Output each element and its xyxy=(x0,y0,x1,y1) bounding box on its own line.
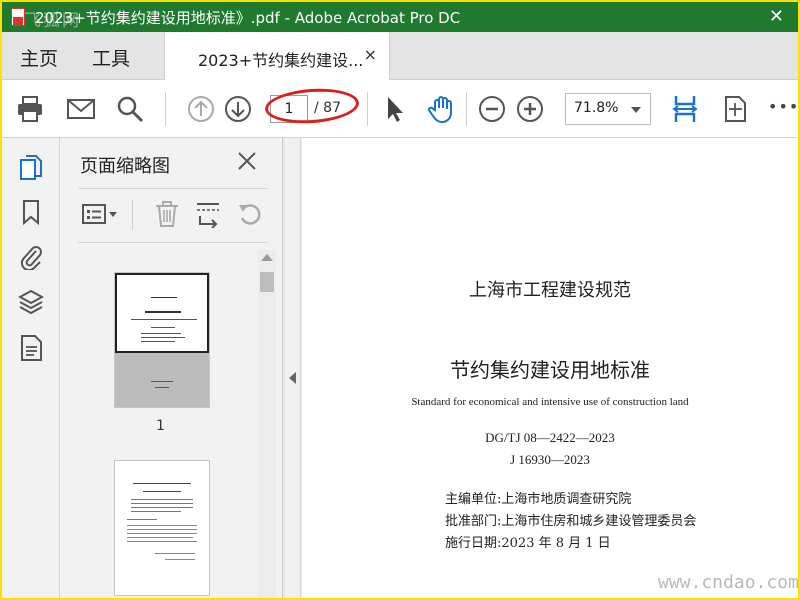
chevron-left-icon xyxy=(289,372,296,384)
page-thumbnail[interactable] xyxy=(114,460,210,596)
window-close-button[interactable]: ✕ xyxy=(769,6,784,27)
document-view[interactable]: 上海市工程建设规范 节约集约建设用地标准 Standard for econom… xyxy=(302,138,798,598)
thumbnails-panel: 页面缩略图 1 xyxy=(60,138,283,598)
scroll-up-icon[interactable] xyxy=(261,254,273,261)
zoom-out-icon[interactable] xyxy=(477,94,507,124)
navigation-rail xyxy=(2,138,60,598)
hand-tool-icon[interactable] xyxy=(427,94,457,124)
doc-series: 上海市工程建设规范 xyxy=(469,280,631,301)
thumbnail-scrollbar[interactable] xyxy=(258,250,276,598)
thumbnail-options-icon[interactable] xyxy=(80,200,120,228)
delete-page-icon[interactable] xyxy=(153,200,181,228)
thumbnail-list: 1 xyxy=(60,248,256,598)
more-tools-button[interactable]: ••• xyxy=(768,97,798,116)
home-menu[interactable]: 主页 xyxy=(20,44,58,71)
window-title: 2023+节约集约建设用地标准》.pdf - Adobe Acrobat Pro… xyxy=(35,8,461,27)
doc-effective-date: 施行日期:2023 年 8 月 1 日 xyxy=(445,536,611,551)
attachment-icon[interactable] xyxy=(18,242,44,270)
doc-title-english: Standard for economical and intensive us… xyxy=(411,396,689,408)
close-icon[interactable] xyxy=(236,150,258,172)
zoom-select[interactable]: 71.8% xyxy=(565,93,651,125)
scroll-thumb[interactable] xyxy=(260,272,274,292)
watermark-logo: 飞狐网 xyxy=(24,11,81,31)
layers-icon[interactable] xyxy=(18,288,44,316)
insert-page-icon[interactable] xyxy=(194,200,222,228)
doc-record-number: J 16930—2023 xyxy=(510,452,590,467)
tab-close-button[interactable]: × xyxy=(364,45,377,64)
toolbar: 1 / 87 71.8% ••• xyxy=(2,80,798,138)
doc-editor: 主编单位:上海市地质调查研究院 xyxy=(445,492,632,507)
zoom-in-icon[interactable] xyxy=(515,94,545,124)
site-watermark: www.cndao.com xyxy=(658,572,798,593)
panel-title: 页面缩略图 xyxy=(80,156,170,177)
document-properties-icon[interactable] xyxy=(18,334,44,362)
fit-page-icon[interactable] xyxy=(720,94,750,124)
previous-page-icon[interactable] xyxy=(186,94,216,124)
doc-approver: 批准部门:上海市住房和城乡建设管理委员会 xyxy=(445,514,697,529)
tools-menu[interactable]: 工具 xyxy=(92,44,130,71)
menu-bar: 主页 工具 2023+节约集约建设... × xyxy=(2,32,798,81)
pdf-page: 上海市工程建设规范 节约集约建设用地标准 Standard for econom… xyxy=(302,138,798,598)
document-tab[interactable]: 2023+节约集约建设... × xyxy=(164,32,390,81)
doc-code: DG/TJ 08—2422—2023 xyxy=(485,430,615,445)
title-bar: 2023+节约集约建设用地标准》.pdf - Adobe Acrobat Pro… xyxy=(2,2,798,32)
document-tab-label: 2023+节约集约建设... xyxy=(198,51,364,70)
doc-title: 节约集约建设用地标准 xyxy=(450,358,650,382)
next-page-icon[interactable] xyxy=(223,94,253,124)
pdf-file-icon xyxy=(11,8,25,26)
acrobat-window: 2023+节约集约建设用地标准》.pdf - Adobe Acrobat Pro… xyxy=(2,2,798,598)
zoom-value: 71.8% xyxy=(574,100,619,116)
panel-collapse-handle[interactable] xyxy=(285,138,301,598)
print-icon[interactable] xyxy=(15,94,45,124)
select-cursor-icon[interactable] xyxy=(380,94,410,124)
search-icon[interactable] xyxy=(115,94,145,124)
rotate-page-icon[interactable] xyxy=(236,200,264,228)
bookmark-icon[interactable] xyxy=(18,198,44,226)
page-thumbnail[interactable] xyxy=(114,272,210,408)
fit-width-icon[interactable] xyxy=(670,94,700,124)
page-thumbnails-icon[interactable] xyxy=(18,154,44,182)
thumbnail-page-number: 1 xyxy=(156,418,165,434)
chevron-down-icon xyxy=(631,107,641,113)
red-highlight-annotation xyxy=(263,85,361,127)
email-icon[interactable] xyxy=(66,94,96,124)
